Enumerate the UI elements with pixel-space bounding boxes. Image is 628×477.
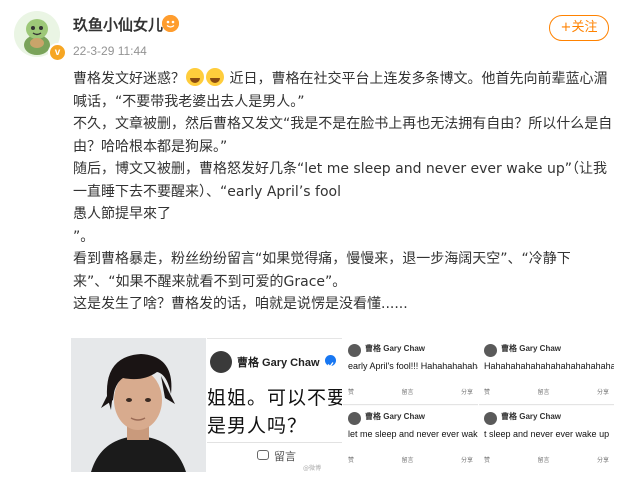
post-timestamp[interactable]: 22-3-29 11:44 [73, 44, 147, 58]
post-image-screenshot[interactable]: 曹格 Gary Chaw early April's fool!!! Hahah… [343, 338, 478, 472]
verified-badge-icon: v [48, 43, 67, 62]
gary-name: 曹格 Gary Chaw [365, 412, 426, 421]
fb-post-text: let me sleep and never ever wake up [348, 429, 478, 439]
share-label: 分享 [460, 389, 473, 396]
gary-name: 曹格 Gary Chaw [501, 412, 562, 421]
gary-avatar [348, 344, 361, 357]
fb-actions: 赞 留言 分享 [484, 455, 609, 465]
username[interactable]: 玖鱼小仙女儿 [73, 14, 163, 35]
comment-bubble-icon [257, 450, 269, 460]
comment-label: 留言 [274, 450, 296, 463]
post-body: 曹格发文好迷惑？ 近日，曹格在社交平台上连发多条博文。他首先向前辈蓝心湄喊话，“… [73, 68, 613, 316]
gary-avatar [210, 351, 232, 373]
fb-actions: 赞 留言 分享 [484, 387, 609, 397]
fb-actions: 赞 留言 分享 [348, 455, 473, 465]
fb-post-text: Hahahahahahahahahahahahahah [484, 361, 614, 371]
fb-post-card: 曹格 Gary Chaw Hahahahahahahahahahahahahah… [479, 338, 614, 405]
post-paragraph: 这是发生了啥？曹格发的话，咱就是说愣是没看懂...... [73, 296, 408, 312]
post-paragraph: 不久，文章被删，然后曹格又发文“我是不是在脸书上再也无法拥有自由？所以什么是自由… [73, 116, 613, 155]
screenshot-text-line: 是男人吗？ [207, 415, 308, 437]
screenshot-text-line: 姐姐。可以不要 [207, 387, 342, 409]
post-image-portrait[interactable] [71, 338, 206, 472]
post-paragraph: 曹格发文好迷惑？ 近日，曹格在社交平台上连发多条博文。他首先向前辈蓝心湄喊话，“… [73, 68, 613, 113]
vip-fan-icon[interactable] [162, 15, 179, 32]
post-paragraph: 看到曹格暴走，粉丝纷纷留言“如果觉得痛，慢慢来，退一步海阔天空”、“冷静下来”、… [73, 251, 571, 290]
follow-button[interactable]: +关注 [549, 15, 609, 41]
gary-avatar [348, 412, 361, 425]
post-image-screenshot[interactable]: 曹格 Gary Chaw 姐姐。可以不要 是男人吗？ 留言 @微博 [207, 338, 342, 473]
like-label: 赞 [484, 389, 491, 396]
share-label: 分享 [460, 457, 473, 464]
post-text-segment: 曹格发文好迷惑？ [73, 71, 185, 87]
like-label: 赞 [348, 457, 355, 464]
share-label: 分享 [596, 389, 609, 396]
fb-post-card: 曹格 Gary Chaw t sleep and never ever wake… [479, 406, 614, 472]
comment-label: 留言 [401, 389, 414, 396]
fb-post-card: 曹格 Gary Chaw let me sleep and never ever… [343, 406, 478, 472]
divider [207, 442, 342, 443]
post-paragraph: 愚人節提早來了 [73, 206, 171, 222]
comment-label: 留言 [537, 457, 550, 464]
fb-post-card: 曹格 Gary Chaw early April's fool!!! Hahah… [343, 338, 478, 405]
fb-post-text: early April's fool!!! Hahahahahahahah [348, 361, 478, 371]
gary-name: 曹格 Gary Chaw [365, 344, 426, 353]
like-label: 赞 [348, 389, 355, 396]
gary-avatar [484, 412, 497, 425]
verified-check-icon [325, 355, 336, 368]
fb-post-text: t sleep and never ever wake up [484, 429, 610, 439]
post-paragraph: ”。 [73, 228, 95, 245]
gary-avatar [484, 344, 497, 357]
laughing-crying-emoji-icon [206, 68, 224, 86]
comment-label: 留言 [401, 457, 414, 464]
fb-actions: 赞 留言 分享 [348, 387, 473, 397]
post-image-screenshot[interactable]: 曹格 Gary Chaw Hahahahahahahahahahahahahah… [479, 338, 614, 472]
watermark: @微博 [303, 465, 322, 472]
comment-label: 留言 [537, 389, 550, 396]
gary-name: 曹格 Gary Chaw [501, 344, 562, 353]
share-label: 分享 [596, 457, 609, 464]
gary-name: 曹格 Gary Chaw [237, 357, 320, 369]
laughing-crying-emoji-icon [186, 68, 204, 86]
like-label: 赞 [484, 457, 491, 464]
post-paragraph: 随后，博文又被删，曹格怒发好几条“let me sleep and never … [73, 161, 607, 200]
